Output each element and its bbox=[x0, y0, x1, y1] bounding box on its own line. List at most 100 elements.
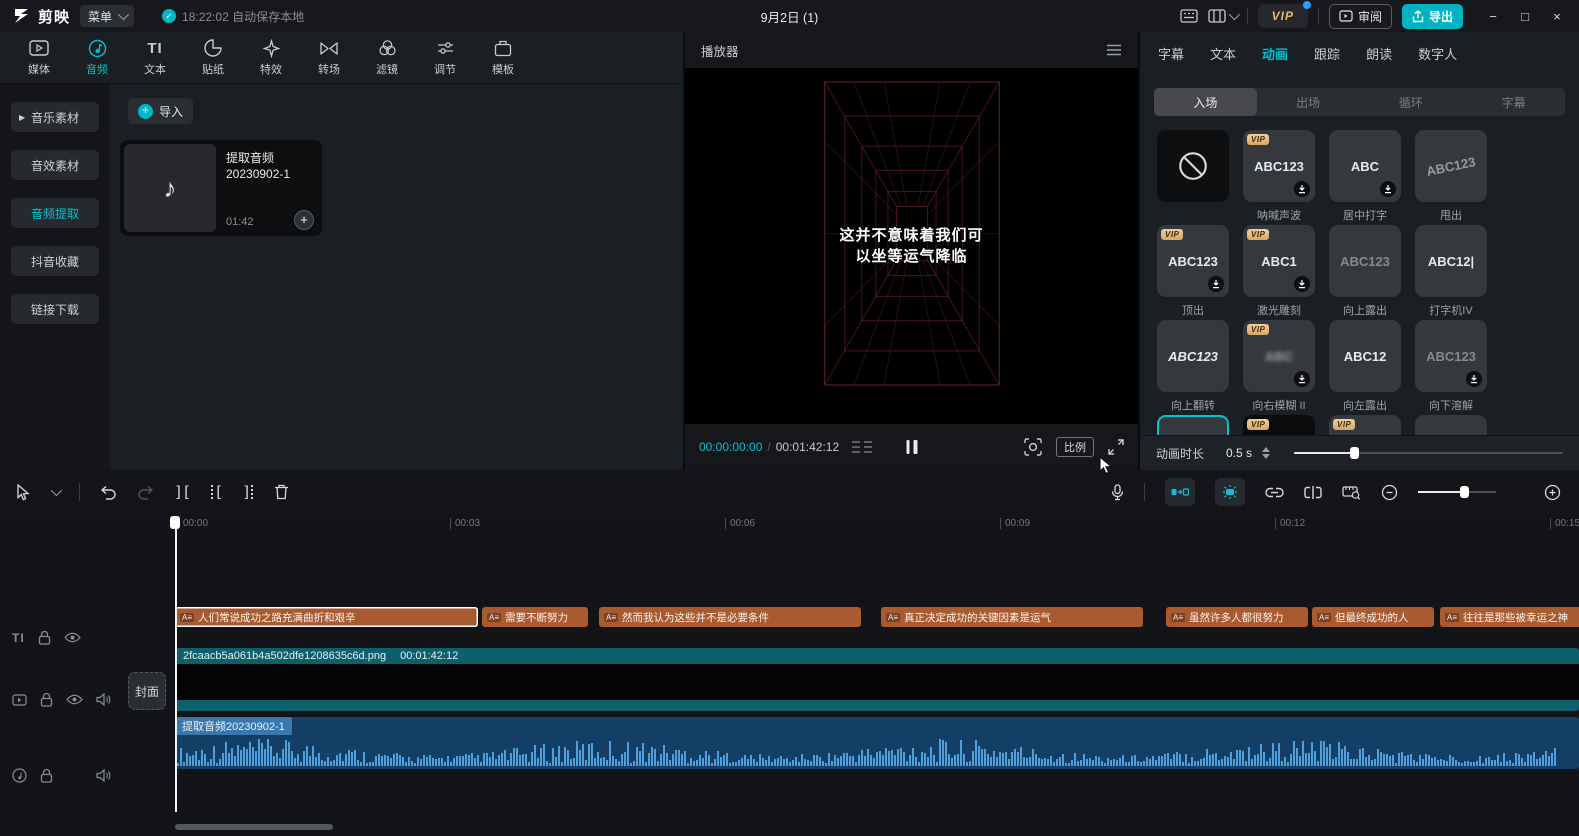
duration-value[interactable]: 0.5 s bbox=[1226, 446, 1252, 460]
sidebar-item-douyin-favorites[interactable]: 抖音收藏 bbox=[11, 246, 99, 276]
animation-tile-2[interactable]: ABC bbox=[1329, 130, 1401, 202]
delete-left-button[interactable]: [ bbox=[210, 483, 222, 501]
animation-tile-14[interactable]: VIPABC1 bbox=[1329, 415, 1401, 435]
mute-speaker-icon[interactable] bbox=[96, 769, 111, 782]
animation-tile-0[interactable] bbox=[1157, 130, 1229, 202]
tab-templates[interactable]: 模板 bbox=[478, 38, 528, 77]
lock-icon[interactable] bbox=[40, 692, 53, 707]
text-clip[interactable]: A≡ 需要不断努力 bbox=[482, 607, 588, 627]
menu-button[interactable]: 菜单 bbox=[80, 5, 134, 27]
delete-right-button[interactable]: ] bbox=[242, 483, 254, 501]
step-down-icon[interactable] bbox=[1262, 454, 1270, 459]
maximize-button[interactable]: □ bbox=[1511, 4, 1539, 28]
timeline-ruler[interactable]: 00:00 00:03 00:06 00:09 00:12 00:15 bbox=[0, 514, 1579, 536]
visibility-eye-icon[interactable] bbox=[66, 694, 83, 705]
add-to-timeline-button[interactable]: + bbox=[294, 210, 314, 230]
animation-tile-11[interactable]: ABC123 bbox=[1415, 320, 1487, 392]
animation-tile-10[interactable]: ABC12 bbox=[1329, 320, 1401, 392]
duration-slider[interactable] bbox=[1294, 446, 1563, 460]
timeline[interactable]: 00:00 00:03 00:06 00:09 00:12 00:15 TI bbox=[0, 514, 1579, 836]
tab-subtitle[interactable]: 字幕 bbox=[1158, 44, 1184, 63]
video-preview[interactable]: 这并不意味着我们可 以坐等运气降临 bbox=[685, 68, 1138, 424]
sidebar-item-music[interactable]: ▶ 音乐素材 bbox=[11, 102, 99, 132]
vip-button[interactable]: VIP bbox=[1258, 4, 1308, 28]
text-clip[interactable]: A≡ 但最终成功的人 bbox=[1312, 607, 1434, 627]
playhead-handle[interactable] bbox=[170, 516, 180, 529]
subtab-in[interactable]: 入场 bbox=[1154, 88, 1257, 116]
minimize-button[interactable]: − bbox=[1479, 4, 1507, 28]
animation-tile-8[interactable]: ABC123 bbox=[1157, 320, 1229, 392]
step-up-icon[interactable] bbox=[1262, 447, 1270, 452]
animation-tile-12[interactable]: 3C123 bbox=[1157, 415, 1229, 435]
playhead[interactable] bbox=[175, 516, 177, 812]
animation-tile-9[interactable]: VIPABC bbox=[1243, 320, 1315, 392]
tab-filters[interactable]: 滤镜 bbox=[362, 38, 412, 77]
redo-button[interactable] bbox=[137, 485, 154, 500]
tab-transitions[interactable]: 转场 bbox=[304, 38, 354, 77]
animation-tile-7[interactable]: ABC12| bbox=[1415, 225, 1487, 297]
player-menu-icon[interactable] bbox=[1106, 44, 1122, 56]
horizontal-scrollbar[interactable] bbox=[175, 824, 333, 830]
focus-frame-icon[interactable] bbox=[1024, 438, 1042, 456]
snap-toggle-button[interactable] bbox=[1165, 478, 1195, 506]
audio-clip-card[interactable]: ♪ 提取音频 20230902-1 01:42 + bbox=[120, 140, 322, 236]
lock-icon[interactable] bbox=[40, 768, 53, 783]
subtab-loop[interactable]: 循环 bbox=[1360, 88, 1463, 116]
animation-tile-1[interactable]: VIPABC123 bbox=[1243, 130, 1315, 202]
video-clip[interactable]: 2fcaacb5a061b4a502dfe1208635c6d.png 00:0… bbox=[175, 648, 1579, 711]
pause-button[interactable] bbox=[906, 440, 917, 454]
delete-button[interactable] bbox=[274, 484, 289, 500]
preview-axis-toggle-button[interactable] bbox=[1215, 478, 1245, 506]
preview-quality-button[interactable] bbox=[1342, 485, 1361, 500]
tab-sticker[interactable]: 贴纸 bbox=[188, 38, 238, 77]
text-clip[interactable]: A≡ 虽然许多人都很努力 bbox=[1166, 607, 1308, 627]
fullscreen-icon[interactable] bbox=[1108, 439, 1124, 455]
split-view-button[interactable] bbox=[1304, 486, 1322, 499]
zoom-out-button[interactable] bbox=[1381, 484, 1398, 501]
link-toggle-button[interactable] bbox=[1265, 487, 1284, 498]
text-clip[interactable]: A≡ 真正决定成功的关键因素是运气 bbox=[881, 607, 1143, 627]
tab-adjust[interactable]: 调节 bbox=[420, 38, 470, 77]
slider-thumb[interactable] bbox=[1460, 486, 1469, 498]
tab-text[interactable]: 文本 bbox=[1210, 44, 1236, 63]
animation-tile-5[interactable]: VIPABC1 bbox=[1243, 225, 1315, 297]
text-clip[interactable]: A≡ 人们常说成功之路充满曲折和艰辛 bbox=[175, 607, 478, 627]
record-voiceover-button[interactable] bbox=[1111, 484, 1124, 501]
tab-tracking[interactable]: 跟踪 bbox=[1314, 44, 1340, 63]
ratio-button[interactable]: 比例 bbox=[1056, 437, 1094, 457]
sidebar-item-link-download[interactable]: 链接下载 bbox=[11, 294, 99, 324]
sidebar-item-sound-effects[interactable]: 音效素材 bbox=[11, 150, 99, 180]
animation-tile-3[interactable]: ABC123 bbox=[1415, 130, 1487, 202]
import-button[interactable]: + 导入 bbox=[128, 98, 193, 124]
undo-button[interactable] bbox=[100, 485, 117, 500]
shortcut-keyboard-button[interactable] bbox=[1180, 9, 1198, 23]
tab-text[interactable]: TI 文本 bbox=[130, 38, 180, 77]
visibility-eye-icon[interactable] bbox=[64, 632, 81, 643]
slider-thumb[interactable] bbox=[1350, 447, 1359, 459]
mute-speaker-icon[interactable] bbox=[96, 693, 111, 706]
sidebar-item-audio-extract[interactable]: 音频提取 bbox=[11, 198, 99, 228]
animation-tile-6[interactable]: ABC123 bbox=[1329, 225, 1401, 297]
text-clip[interactable]: A≡ 然而我认为这些并不是必要条件 bbox=[599, 607, 861, 627]
duration-stepper[interactable] bbox=[1262, 447, 1270, 459]
select-tool-button[interactable] bbox=[16, 484, 31, 501]
tab-animation[interactable]: 动画 bbox=[1262, 44, 1288, 63]
tab-media[interactable]: 媒体 bbox=[14, 38, 64, 77]
tab-audio[interactable]: 音频 bbox=[72, 38, 122, 77]
subtab-out[interactable]: 出场 bbox=[1257, 88, 1360, 116]
close-button[interactable]: × bbox=[1543, 4, 1571, 28]
tab-read-aloud[interactable]: 朗读 bbox=[1366, 44, 1392, 63]
animation-tile-4[interactable]: VIPABC123 bbox=[1157, 225, 1229, 297]
export-button[interactable]: 导出 bbox=[1402, 4, 1463, 29]
animation-tile-13[interactable]: VIP bbox=[1243, 415, 1315, 435]
subtitle-list-icon[interactable] bbox=[851, 440, 873, 454]
lock-icon[interactable] bbox=[38, 630, 51, 645]
split-button[interactable]: ][ bbox=[174, 483, 190, 501]
zoom-in-button[interactable] bbox=[1544, 484, 1561, 501]
tab-digital-human[interactable]: 数字人 bbox=[1418, 44, 1457, 63]
review-button[interactable]: 审阅 bbox=[1329, 4, 1392, 29]
cover-button[interactable]: 封面 bbox=[128, 672, 166, 710]
timeline-zoom-slider[interactable] bbox=[1418, 486, 1496, 498]
select-tool-dropdown[interactable] bbox=[51, 488, 59, 496]
text-clip[interactable]: A≡ 往往是那些被幸运之神 bbox=[1440, 607, 1579, 627]
